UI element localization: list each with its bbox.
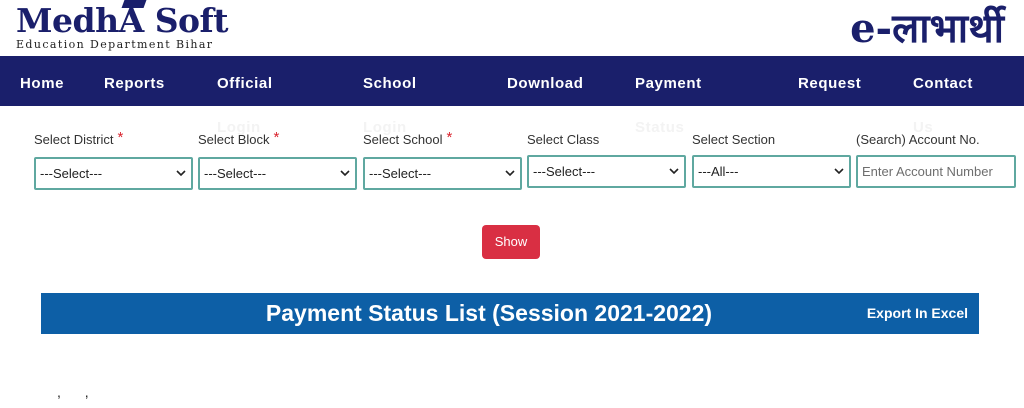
block-select-value: ---Select--- <box>204 166 267 181</box>
nav-school-login[interactable]: School <box>363 75 417 93</box>
main-navbar: Home Reports Official School Download Pa… <box>0 56 1024 106</box>
chevron-down-icon <box>176 170 186 177</box>
medhasoft-logo[interactable]: Medh A Soft Education Department Bihar <box>16 0 229 51</box>
nav-home[interactable]: Home <box>20 75 64 93</box>
export-excel-link[interactable]: Export In Excel <box>867 293 968 334</box>
class-field: Select Class ---Select--- <box>527 132 687 188</box>
class-select-value: ---Select--- <box>533 164 596 179</box>
chevron-down-icon <box>505 170 515 177</box>
district-field: Select District * ---Select--- <box>34 129 194 190</box>
school-label-text: Select School <box>363 132 443 147</box>
school-select[interactable]: ---Select--- <box>363 157 522 190</box>
logo-title-part-1: Medh <box>16 1 119 40</box>
block-label-text: Select Block <box>198 132 270 147</box>
school-field: Select School * ---Select--- <box>363 129 523 190</box>
nav-official-login[interactable]: Official <box>217 75 273 93</box>
page: Medh A Soft Education Department Bihar e-… <box>0 0 1024 408</box>
account-label: (Search) Account No. <box>856 132 980 147</box>
block-field: Select Block * ---Select--- <box>198 129 358 190</box>
payment-status-header: Payment Status List (Session 2021-2022) … <box>41 293 979 334</box>
logo-title-part-2: Soft <box>143 1 229 40</box>
district-label-text: Select District <box>34 132 114 147</box>
block-select[interactable]: ---Select--- <box>198 157 357 190</box>
class-label: Select Class <box>527 132 600 147</box>
district-select-value: ---Select--- <box>40 166 103 181</box>
section-select[interactable]: ---All--- <box>692 155 851 188</box>
account-field: (Search) Account No. Enter Account Numbe… <box>856 132 1016 188</box>
required-mark: * <box>117 129 124 146</box>
district-label: Select District * <box>34 129 194 152</box>
logo-title: Medh A Soft <box>16 0 229 40</box>
chevron-down-icon <box>669 168 679 175</box>
section-field: Select Section ---All--- <box>692 132 852 188</box>
school-label: Select School * <box>363 129 523 152</box>
nav-payment-status[interactable]: Payment <box>635 75 702 93</box>
e-labharthi-brand: e-लाभार्थी <box>850 5 1004 52</box>
show-button[interactable]: Show <box>482 225 540 259</box>
class-select[interactable]: ---Select--- <box>527 155 686 188</box>
chevron-down-icon <box>340 170 350 177</box>
nav-request[interactable]: Request <box>798 75 861 93</box>
payment-status-title: Payment Status List (Session 2021-2022) <box>265 300 713 326</box>
graduation-cap-icon <box>121 0 147 8</box>
site-header: Medh A Soft Education Department Bihar e-… <box>0 0 1024 56</box>
nav-reports[interactable]: Reports <box>104 75 165 93</box>
nav-contact-us[interactable]: Contact <box>913 75 973 93</box>
required-mark: * <box>273 129 280 146</box>
required-mark: * <box>446 129 453 146</box>
chevron-down-icon <box>834 168 844 175</box>
graduation-cap-letter: A <box>119 0 147 40</box>
stray-text: , , <box>57 384 99 400</box>
section-select-value: ---All--- <box>698 164 739 179</box>
district-select[interactable]: ---Select--- <box>34 157 193 190</box>
block-label: Select Block * <box>198 129 358 152</box>
section-label: Select Section <box>692 132 776 147</box>
account-number-input[interactable]: Enter Account Number <box>856 155 1016 188</box>
nav-download[interactable]: Download <box>507 75 583 93</box>
school-select-value: ---Select--- <box>369 166 432 181</box>
